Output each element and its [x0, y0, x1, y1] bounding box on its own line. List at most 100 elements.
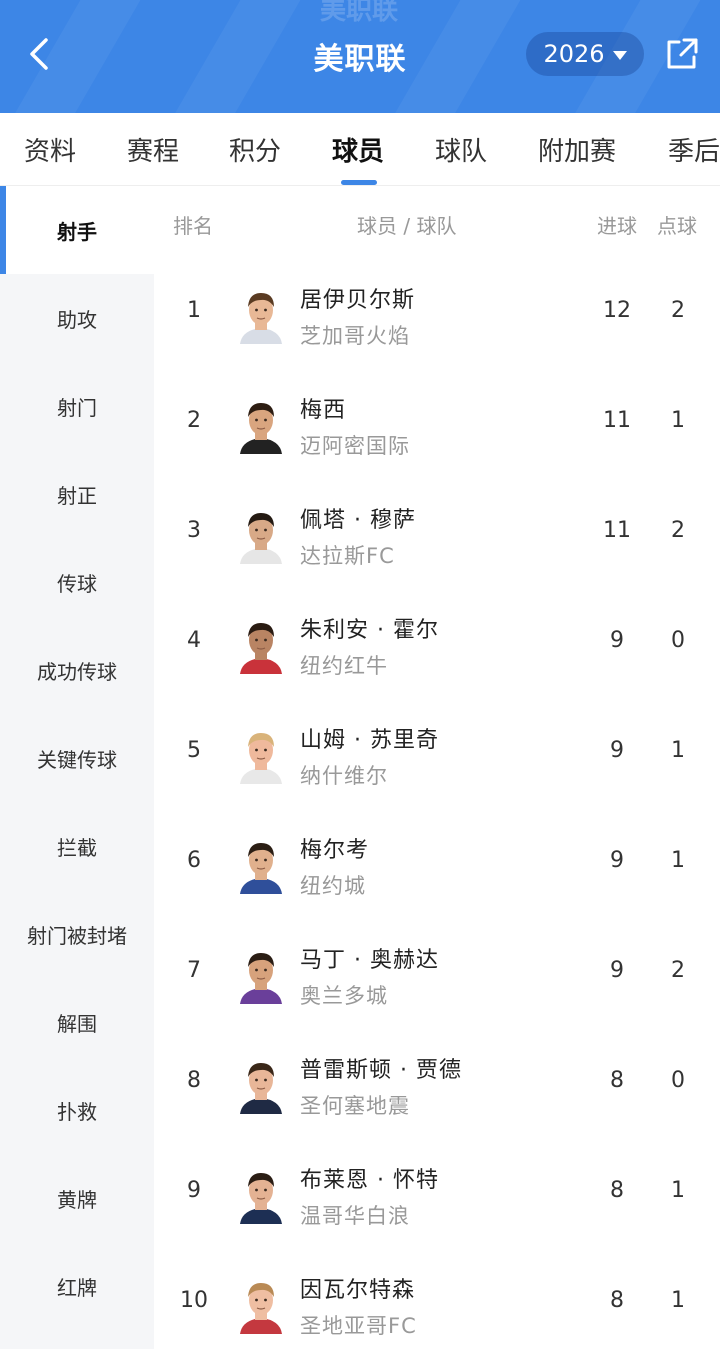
player-name: 居伊贝尔斯 [300, 288, 416, 313]
team-name: 纳什维尔 [300, 764, 388, 788]
team-name: 纽约红牛 [300, 654, 388, 678]
player-name: 因瓦尔特森 [300, 1278, 416, 1303]
rank-value: 10 [180, 1288, 208, 1313]
sidebar-item-label: 射门被封堵 [27, 923, 127, 948]
player-row[interactable]: 8 普雷斯顿 · 贾德 圣何塞地震 8 0 [154, 1030, 720, 1140]
goals-value: 8 [610, 1068, 624, 1093]
tab-playoff-qualifier[interactable]: 附加赛 [538, 131, 616, 168]
sidebar-item-label: 拦截 [57, 835, 97, 860]
sidebar-item-label: 射门 [57, 395, 97, 420]
player-avatar [236, 1168, 286, 1224]
rank-value: 9 [187, 1178, 201, 1203]
goals-value: 8 [610, 1288, 624, 1313]
header-goals: 进球 [597, 214, 637, 238]
penalties-value: 2 [671, 518, 685, 543]
sidebar-item-successful-passes[interactable]: 成功传球 [0, 626, 154, 714]
team-name: 奥兰多城 [300, 984, 388, 1008]
tab-teams[interactable]: 球队 [435, 131, 487, 168]
penalties-value: 2 [671, 298, 685, 323]
sidebar-item-label: 助攻 [57, 307, 97, 332]
share-icon [667, 38, 698, 69]
sidebar-item-assists[interactable]: 助攻 [0, 274, 154, 362]
player-row[interactable]: 7 马丁 · 奥赫达 奥兰多城 9 2 [154, 920, 720, 1030]
sidebar-item-interceptions[interactable]: 拦截 [0, 802, 154, 890]
player-row[interactable]: 5 山姆 · 苏里奇 纳什维尔 9 1 [154, 700, 720, 810]
season-select[interactable]: 2026 [526, 32, 644, 76]
stat-category-sidebar: 射手 助攻 射门 射正 传球 成功传球 关键传球 拦截 射门被封堵 解围 扑救 … [0, 186, 154, 1349]
caret-down-icon [612, 50, 627, 60]
sidebar-item-label: 传球 [57, 571, 97, 596]
goals-value: 8 [610, 1178, 624, 1203]
app-header: 美职联 美职联 2026 [0, 0, 720, 113]
penalties-value: 1 [671, 1178, 685, 1203]
sidebar-item-label: 解围 [57, 1011, 97, 1036]
sidebar-item-label: 关键传球 [37, 747, 117, 772]
player-avatar [236, 508, 286, 564]
player-row[interactable]: 6 梅尔考 纽约城 9 1 [154, 810, 720, 920]
penalties-value: 1 [671, 848, 685, 873]
goals-value: 12 [603, 298, 631, 323]
player-name: 山姆 · 苏里奇 [300, 728, 439, 753]
player-avatar [236, 288, 286, 344]
tab-schedule[interactable]: 赛程 [127, 131, 179, 168]
sidebar-item-scorers[interactable]: 射手 [0, 186, 154, 274]
goals-value: 9 [610, 958, 624, 983]
goals-value: 11 [603, 518, 631, 543]
rank-value: 7 [187, 958, 201, 983]
sidebar-item-label: 成功传球 [37, 659, 117, 684]
team-name: 圣何塞地震 [300, 1094, 410, 1118]
sidebar-item-red-cards[interactable]: 红牌 [0, 1242, 154, 1330]
header-penalties: 点球 [657, 214, 697, 238]
rank-value: 3 [187, 518, 201, 543]
sidebar-item-label: 黄牌 [57, 1187, 97, 1212]
player-name: 马丁 · 奥赫达 [300, 948, 439, 973]
player-avatar [236, 1058, 286, 1114]
team-name: 纽约城 [300, 874, 366, 898]
player-name: 梅尔考 [300, 838, 370, 863]
sidebar-item-key-passes[interactable]: 关键传球 [0, 714, 154, 802]
sidebar-item-label: 扑救 [57, 1099, 97, 1124]
share-button[interactable] [664, 36, 700, 72]
tab-info[interactable]: 资料 [24, 131, 76, 168]
player-name: 佩塔 · 穆萨 [300, 508, 416, 533]
player-row[interactable]: 10 因瓦尔特森 圣地亚哥FC 8 1 [154, 1250, 720, 1360]
sidebar-item-saves[interactable]: 扑救 [0, 1066, 154, 1154]
goals-value: 11 [603, 408, 631, 433]
sidebar-item-shots-on-target[interactable]: 射正 [0, 450, 154, 538]
team-name: 圣地亚哥FC [300, 1314, 417, 1338]
team-name: 达拉斯FC [300, 544, 395, 568]
team-name: 温哥华白浪 [300, 1204, 410, 1228]
category-tabs: 资料 赛程 积分 球员 球队 附加赛 季后 [0, 113, 720, 186]
header-rank: 排名 [173, 214, 213, 238]
goals-value: 9 [610, 738, 624, 763]
penalties-value: 1 [671, 738, 685, 763]
rank-value: 6 [187, 848, 201, 873]
tab-players[interactable]: 球员 [332, 131, 384, 168]
player-row[interactable]: 4 朱利安 · 霍尔 纽约红牛 9 0 [154, 590, 720, 700]
sidebar-item-label: 射手 [57, 219, 97, 244]
sidebar-item-shots[interactable]: 射门 [0, 362, 154, 450]
player-row[interactable]: 1 居伊贝尔斯 芝加哥火焰 12 2 [154, 260, 720, 370]
player-avatar [236, 618, 286, 674]
sidebar-item-clearances[interactable]: 解围 [0, 978, 154, 1066]
player-row[interactable]: 9 布莱恩 · 怀特 温哥华白浪 8 1 [154, 1140, 720, 1250]
rank-value: 8 [187, 1068, 201, 1093]
player-row[interactable]: 2 梅西 迈阿密国际 11 1 [154, 370, 720, 480]
sidebar-item-passes[interactable]: 传球 [0, 538, 154, 626]
sidebar-item-blocked-shots[interactable]: 射门被封堵 [0, 890, 154, 978]
player-avatar [236, 838, 286, 894]
rank-value: 5 [187, 738, 201, 763]
header-watermark: 美职联 [320, 0, 399, 26]
player-row[interactable]: 3 佩塔 · 穆萨 达拉斯FC 11 2 [154, 480, 720, 590]
tab-standings[interactable]: 积分 [229, 131, 281, 168]
active-tab-indicator [341, 180, 377, 185]
tab-postseason[interactable]: 季后 [668, 131, 720, 168]
sidebar-item-label: 红牌 [57, 1275, 97, 1300]
goals-value: 9 [610, 628, 624, 653]
header-player-team: 球员 / 球队 [357, 214, 457, 238]
player-avatar [236, 948, 286, 1004]
player-name: 朱利安 · 霍尔 [300, 618, 439, 643]
sidebar-item-yellow-cards[interactable]: 黄牌 [0, 1154, 154, 1242]
penalties-value: 1 [671, 408, 685, 433]
rank-value: 2 [187, 408, 201, 433]
